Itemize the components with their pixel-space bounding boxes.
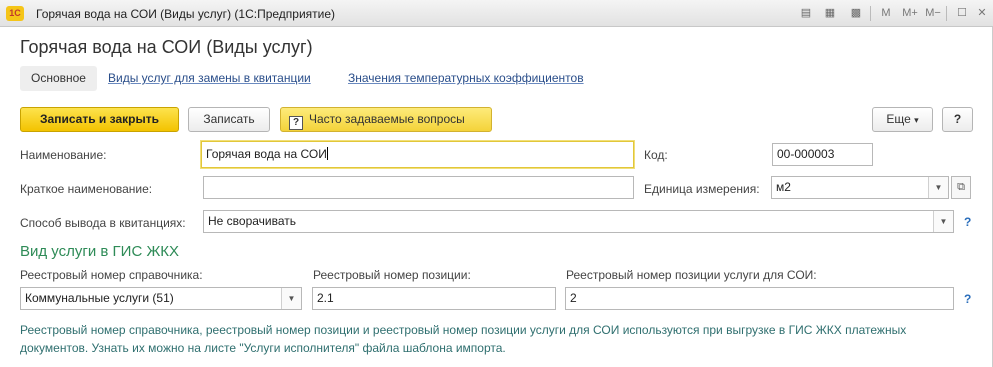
registry-pos-soi-label: Реестровый номер позиции услуги для СОИ: [566, 268, 817, 282]
output-mode-help-icon[interactable]: ? [964, 215, 971, 229]
open-icon[interactable]: ⧉ [951, 176, 971, 199]
page-title: Горячая вода на СОИ (Виды услуг) [20, 37, 313, 57]
dropdown-arrow-icon[interactable]: ▼ [281, 288, 301, 309]
short-name-label: Краткое наименование: [20, 182, 153, 196]
gis-section-title: Вид услуги в ГИС ЖКХ [20, 243, 180, 260]
window-titlebar: 1С Горячая вода на СОИ (Виды услуг) (1С:… [0, 0, 993, 27]
code-field[interactable]: 00-000003 [772, 143, 873, 166]
output-mode-value: Не сворачивать [208, 214, 297, 228]
registry-ref-value: Коммунальные услуги (51) [25, 291, 174, 305]
question-icon: ? [289, 116, 303, 130]
more-button[interactable]: Еще ▾ [872, 107, 933, 132]
save-and-close-button[interactable]: Записать и закрыть [20, 107, 179, 132]
calendar-icon[interactable]: ▩ [848, 6, 864, 21]
name-value: Горячая вода на СОИ [206, 147, 327, 161]
output-mode-select[interactable]: Не сворачивать ▼ [203, 210, 954, 233]
registry-help-icon[interactable]: ? [964, 292, 971, 306]
gis-note-line-2: документов. Узнать их можно на листе "Ус… [20, 341, 506, 355]
registry-pos-field[interactable]: 2.1 [312, 287, 556, 310]
registry-ref-label: Реестровый номер справочника: [20, 268, 203, 282]
name-field[interactable]: Горячая вода на СОИ [201, 141, 634, 168]
code-label: Код: [644, 148, 668, 162]
print-icon[interactable]: ▤ [798, 6, 814, 21]
dropdown-arrow-icon[interactable]: ▼ [933, 211, 953, 232]
registry-ref-select[interactable]: Коммунальные услуги (51) ▼ [20, 287, 302, 310]
maximize-button[interactable]: ☐ [952, 4, 972, 23]
help-button[interactable]: ? [942, 107, 973, 132]
window-title: Горячая вода на СОИ (Виды услуг) (1С:Пре… [36, 7, 336, 21]
faq-label: Часто задаваемые вопросы [309, 112, 465, 126]
name-label: Наименование: [20, 148, 107, 162]
dropdown-arrow-icon[interactable]: ▼ [928, 177, 948, 198]
app-logo: 1С [6, 6, 24, 21]
chevron-down-icon: ▾ [914, 115, 919, 125]
unit-label: Единица измерения: [644, 182, 760, 196]
unit-field[interactable]: м2 ▼ [771, 176, 949, 199]
close-button[interactable]: ✕ [972, 4, 992, 23]
gis-note-line-1: Реестровый номер справочника, реестровый… [20, 323, 907, 337]
registry-pos-label: Реестровый номер позиции: [313, 268, 471, 282]
registry-pos-soi-field[interactable]: 2 [565, 287, 954, 310]
memory-plus-button[interactable]: M+ [898, 4, 922, 23]
unit-value: м2 [776, 180, 791, 194]
faq-button[interactable]: ? Часто задаваемые вопросы [280, 107, 492, 132]
tab-main[interactable]: Основное [20, 66, 97, 91]
output-mode-label: Способ вывода в квитанциях: [20, 216, 186, 230]
tab-temperature-coefficients[interactable]: Значения температурных коэффициентов [348, 66, 584, 91]
short-name-field[interactable] [203, 176, 634, 199]
tab-replacement-services[interactable]: Виды услуг для замены в квитанции [108, 66, 311, 91]
save-icon[interactable]: ▦ [822, 6, 838, 21]
gis-note: Реестровый номер справочника, реестровый… [20, 321, 980, 357]
save-button[interactable]: Записать [188, 107, 270, 132]
memory-minus-button[interactable]: M− [922, 4, 944, 23]
memory-button[interactable]: M [876, 4, 896, 23]
more-label: Еще [886, 112, 911, 126]
